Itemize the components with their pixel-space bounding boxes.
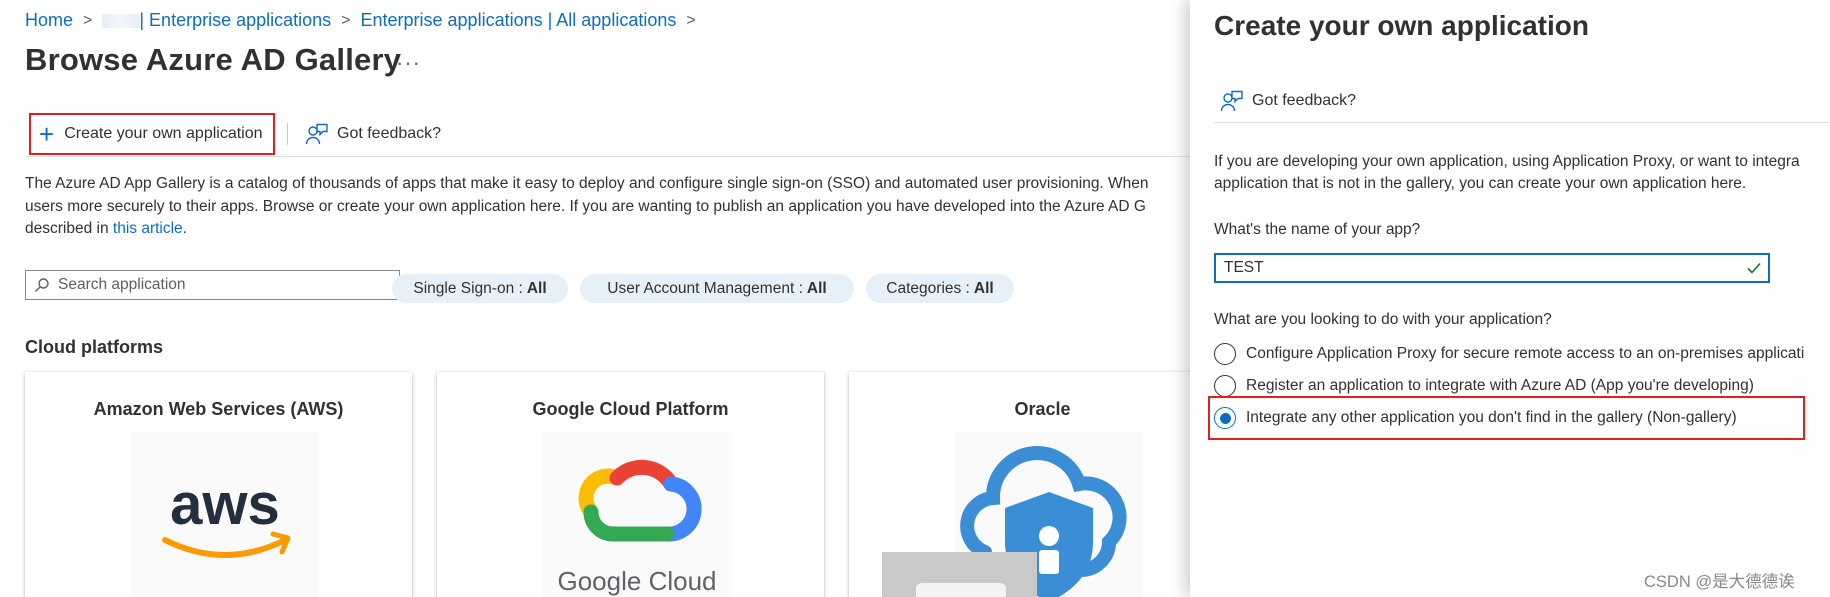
google-cloud-logo: Google Cloud xyxy=(543,432,731,597)
feedback-icon xyxy=(1220,90,1243,112)
create-application-panel: Create your own application Got feedback… xyxy=(1190,0,1830,597)
breadcrumb-separator: > xyxy=(686,11,696,29)
app-card-title: Amazon Web Services (AWS) xyxy=(93,399,344,419)
app-card-google-cloud[interactable]: Google Cloud Platform Google Cloud xyxy=(437,372,824,597)
overlay-inner xyxy=(916,583,1006,597)
radio-button[interactable] xyxy=(1214,343,1236,365)
description-line: users more securely to their apps. Brows… xyxy=(25,197,1146,215)
more-options-icon[interactable]: ··· xyxy=(396,50,421,76)
redacted-tenant-name xyxy=(102,14,141,29)
breadcrumb: Home > | Enterprise applications > Enter… xyxy=(25,10,696,31)
breadcrumb-all-applications[interactable]: Enterprise applications | All applicatio… xyxy=(361,10,677,31)
create-own-application-label: Create your own application xyxy=(64,125,263,142)
breadcrumb-separator: > xyxy=(83,11,93,29)
search-application-field[interactable] xyxy=(25,270,400,300)
app-name-field[interactable] xyxy=(1214,253,1770,283)
app-card-title: Oracle xyxy=(1014,399,1071,419)
plus-icon: + xyxy=(39,119,55,149)
option-application-proxy[interactable]: Configure Application Proxy for secure r… xyxy=(1214,341,1804,367)
page: Home > | Enterprise applications > Enter… xyxy=(0,0,1830,597)
panel-got-feedback-button[interactable]: Got feedback? xyxy=(1220,89,1356,113)
search-input[interactable] xyxy=(58,276,378,294)
app-card-title: Google Cloud Platform xyxy=(532,399,729,419)
search-icon xyxy=(35,278,49,292)
watermark: CSDN @是大德德诶 xyxy=(1644,573,1795,591)
breadcrumb-tenant-enterprise[interactable]: | Enterprise applications xyxy=(102,10,331,31)
description-line: described in this article. xyxy=(25,220,187,237)
purpose-label: What are you looking to do with your app… xyxy=(1214,311,1552,328)
gallery-description: The Azure AD App Gallery is a catalog of… xyxy=(25,173,1190,241)
app-card-aws[interactable]: Amazon Web Services (AWS) aws xyxy=(25,372,412,597)
got-feedback-button[interactable]: Got feedback? xyxy=(305,113,441,155)
app-name-label: What's the name of your app? xyxy=(1214,221,1421,238)
filter-categories[interactable]: Categories : All xyxy=(866,274,1014,303)
toolbar-divider xyxy=(287,123,288,145)
panel-intro: If you are developing your own applicati… xyxy=(1214,153,1800,192)
checkmark-icon xyxy=(1747,262,1761,274)
got-feedback-label: Got feedback? xyxy=(337,125,442,142)
svg-text:aws: aws xyxy=(170,472,280,537)
this-article-link[interactable]: this article xyxy=(113,220,183,237)
breadcrumb-home[interactable]: Home xyxy=(25,10,73,31)
panel-divider xyxy=(1214,122,1830,123)
radio-button[interactable] xyxy=(1214,375,1236,397)
create-own-application-button[interactable]: + Create your own application xyxy=(29,113,275,155)
filter-single-sign-on[interactable]: Single Sign-on : All xyxy=(392,274,568,303)
breadcrumb-separator: > xyxy=(341,11,351,29)
option-non-gallery[interactable]: Integrate any other application you don'… xyxy=(1214,405,1737,431)
command-bar: + Create your own application Got feedba… xyxy=(25,113,1190,157)
radio-button-selected[interactable] xyxy=(1214,407,1236,429)
panel-title: Create your own application xyxy=(1214,10,1589,41)
page-title: Browse Azure AD Gallery xyxy=(25,42,402,77)
description-line: The Azure AD App Gallery is a catalog of… xyxy=(25,175,1149,192)
gallery-pane: Home > | Enterprise applications > Enter… xyxy=(0,0,1190,597)
aws-logo: aws xyxy=(131,432,319,597)
cloud-platforms-heading: Cloud platforms xyxy=(25,337,163,357)
app-name-input[interactable] xyxy=(1224,259,1724,277)
svg-text:Google Cloud: Google Cloud xyxy=(558,566,717,596)
filter-user-account-management[interactable]: User Account Management : All xyxy=(580,274,854,303)
panel-feedback-label: Got feedback? xyxy=(1252,92,1357,109)
feedback-icon xyxy=(305,123,328,145)
